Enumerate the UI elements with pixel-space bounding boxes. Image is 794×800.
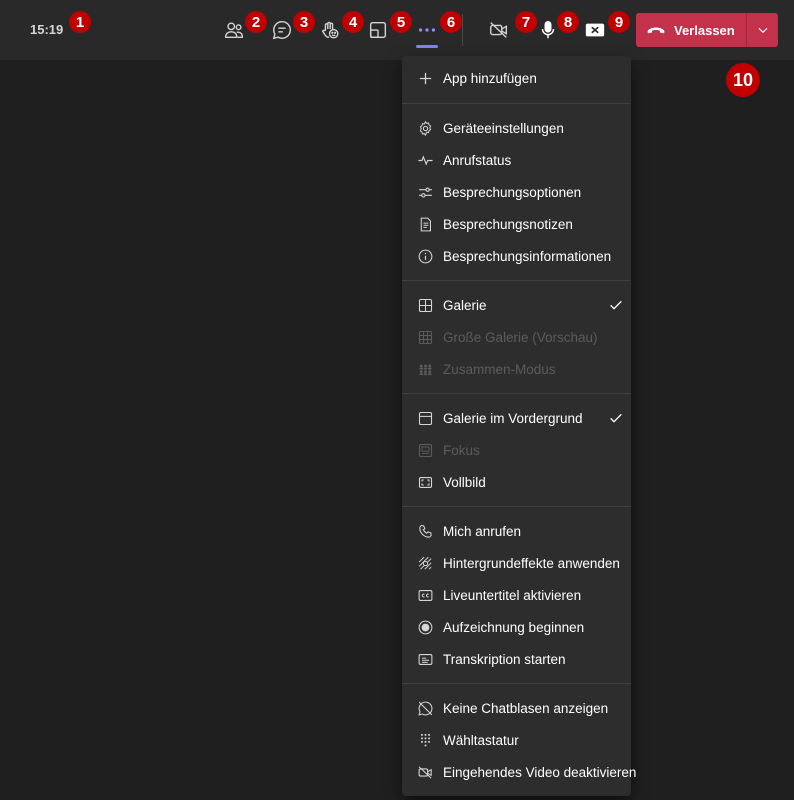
camera-off-icon[interactable]: [487, 18, 511, 42]
menu-item-label: Besprechungsoptionen: [443, 184, 582, 200]
checkmark-icon: [608, 410, 624, 426]
annotation-badge: 2: [245, 11, 267, 33]
phone-icon: [416, 522, 434, 540]
menu-item-label: Mich anrufen: [443, 523, 522, 539]
annotation-badge: 4: [342, 11, 364, 33]
menu-item-label: Transkription starten: [443, 651, 566, 667]
menu-item-label: Keine Chatblasen anzeigen: [443, 700, 609, 716]
chat-bubbles-off-icon: [416, 699, 434, 717]
annotation-badge: 6: [440, 11, 462, 33]
menu-item-background-effects[interactable]: Hintergrundeffekte anwenden: [402, 547, 631, 579]
menu-item-sliders[interactable]: Besprechungsoptionen: [402, 176, 631, 208]
plus-icon: [416, 69, 434, 87]
menu-item-dialpad[interactable]: Wähltastatur: [402, 724, 631, 756]
menu-item-transcript[interactable]: Transkription starten: [402, 643, 631, 675]
annotation-badge: 8: [557, 11, 579, 33]
menu-item-label: Fokus: [443, 442, 480, 458]
more-options-icon[interactable]: [415, 18, 439, 42]
background-effects-icon: [416, 554, 434, 572]
menu-item-gallery-top[interactable]: Galerie im Vordergrund: [402, 402, 631, 434]
annotation-badge: 3: [293, 11, 315, 33]
menu-item-large-gallery: Große Galerie (Vorschau): [402, 321, 631, 353]
menu-item-label: Anrufstatus: [443, 152, 512, 168]
menu-item-together-mode: Zusammen-Modus: [402, 353, 631, 385]
leave-button[interactable]: Verlassen: [636, 13, 746, 47]
chat-icon[interactable]: [270, 18, 294, 42]
menu-item-gallery[interactable]: Galerie: [402, 289, 631, 321]
menu-item-video-off[interactable]: Eingehendes Video deaktivieren: [402, 756, 636, 788]
annotation-badge: 10: [726, 63, 760, 97]
reactions-icon[interactable]: [318, 18, 342, 42]
menu-item-phone[interactable]: Mich anrufen: [402, 515, 631, 547]
focus-icon: [416, 441, 434, 459]
menu-item-label: Vollbild: [443, 474, 486, 490]
captions-icon: [416, 586, 434, 604]
gallery-top-icon: [416, 409, 434, 427]
menu-item-label: Zusammen-Modus: [443, 361, 556, 377]
record-icon: [416, 618, 434, 636]
menu-item-label: Aufzeichnung beginnen: [443, 619, 585, 635]
menu-item-record[interactable]: Aufzeichnung beginnen: [402, 611, 631, 643]
menu-item-label: Große Galerie (Vorschau): [443, 329, 598, 345]
large-gallery-icon: [416, 328, 434, 346]
share-screen-icon[interactable]: [366, 18, 390, 42]
menu-separator: [402, 393, 631, 394]
leave-label: Verlassen: [674, 22, 735, 38]
menu-item-info[interactable]: Besprechungsinformationen: [402, 240, 631, 272]
menu-separator: [402, 506, 631, 507]
annotation-badge: 7: [515, 11, 537, 33]
transcript-icon: [416, 650, 434, 668]
chevron-down-icon: [756, 23, 770, 37]
menu-item-label: App hinzufügen: [443, 70, 537, 86]
menu-item-label: Geräteeinstellungen: [443, 120, 564, 136]
gallery-icon: [416, 296, 434, 314]
menu-item-pulse[interactable]: Anrufstatus: [402, 144, 631, 176]
menu-item-chat-bubbles-off[interactable]: Keine Chatblasen anzeigen: [402, 692, 631, 724]
together-mode-icon: [416, 360, 434, 378]
menu-item-notes[interactable]: Besprechungsnotizen: [402, 208, 631, 240]
more-options-active-indicator: [416, 45, 438, 48]
menu-item-label: Galerie im Vordergrund: [443, 410, 583, 426]
sliders-icon: [416, 183, 434, 201]
annotation-badge: 5: [390, 11, 412, 33]
menu-separator: [402, 280, 631, 281]
notes-icon: [416, 215, 434, 233]
meeting-clock: 15:19: [30, 22, 64, 37]
checkmark-icon: [608, 297, 624, 313]
menu-item-focus: Fokus: [402, 434, 631, 466]
menu-separator: [402, 103, 631, 104]
menu-item-label: Galerie: [443, 297, 487, 313]
dialpad-icon: [416, 731, 434, 749]
annotation-badge: 1: [69, 11, 91, 33]
menu-item-gear[interactable]: Geräteeinstellungen: [402, 112, 631, 144]
annotation-badge: 9: [608, 11, 630, 33]
menu-item-label: Besprechungsnotizen: [443, 216, 573, 232]
share-tray-icon[interactable]: [583, 18, 607, 42]
video-off-icon: [416, 763, 434, 781]
participants-icon[interactable]: [222, 18, 246, 42]
menu-separator: [402, 683, 631, 684]
info-icon: [416, 247, 434, 265]
menu-item-label: Liveuntertitel aktivieren: [443, 587, 582, 603]
menu-item-label: Eingehendes Video deaktivieren: [443, 764, 637, 780]
hang-up-icon: [646, 20, 666, 40]
menu-item-captions[interactable]: Liveuntertitel aktivieren: [402, 579, 631, 611]
more-options-menu: App hinzufügen Geräteeinstellungen Anrufst…: [402, 56, 636, 796]
gear-icon: [416, 119, 434, 137]
leave-options-dropdown[interactable]: [747, 13, 778, 47]
menu-item-plus[interactable]: App hinzufügen: [402, 62, 631, 94]
menu-item-fullscreen[interactable]: Vollbild: [402, 466, 631, 498]
toolbar-divider: [462, 14, 463, 46]
menu-item-label: Besprechungsinformationen: [443, 248, 612, 264]
leave-button-group: Verlassen: [636, 13, 778, 47]
menu-item-label: Hintergrundeffekte anwenden: [443, 555, 620, 571]
fullscreen-icon: [416, 473, 434, 491]
pulse-icon: [416, 151, 434, 169]
menu-item-label: Wähltastatur: [443, 732, 519, 748]
